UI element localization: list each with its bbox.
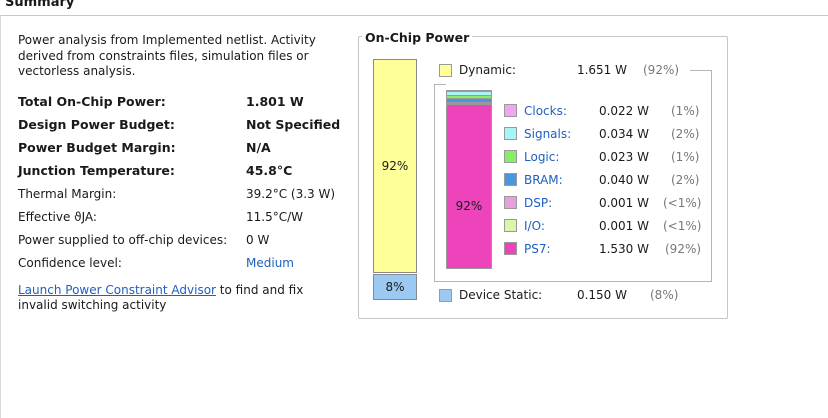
summary-label: Junction Temperature: (18, 163, 175, 178)
summary-label: Thermal Margin: (18, 187, 117, 201)
static-power-bar: 8% (373, 274, 417, 300)
clocks-link[interactable]: Clocks: (524, 104, 567, 118)
bram-link[interactable]: BRAM: (524, 173, 563, 187)
on-chip-power-title: On-Chip Power (362, 30, 473, 46)
ps7-link[interactable]: PS7: (524, 242, 551, 256)
summary-header: Summary (0, 0, 828, 16)
clocks-legend-swatch (504, 104, 517, 117)
signals-power: 0.034 W (598, 127, 649, 141)
logic-legend-swatch (504, 150, 517, 163)
analysis-description: Power analysis from Implemented netlist.… (18, 33, 316, 78)
io-percent: (<1%) (663, 219, 702, 233)
signals-link[interactable]: Signals: (524, 127, 571, 141)
summary-value: 0 W (246, 233, 270, 247)
ps7-legend-swatch (504, 242, 517, 255)
dsp-power: 0.001 W (598, 196, 649, 210)
summary-label: Design Power Budget: (18, 117, 175, 132)
summary-label: Confidence level: (18, 256, 122, 270)
static-bar-label: 8% (385, 280, 405, 294)
ps7-bar-label: 92% (455, 199, 483, 213)
static-power-value: 0.150 W (576, 288, 627, 302)
summary-value: 39.2°C (3.3 W) (246, 187, 336, 201)
static-label: Device Static: (459, 288, 543, 302)
summary-label: Power supplied to off-chip devices: (18, 233, 228, 247)
bracket-top (690, 70, 711, 71)
static-legend-swatch (439, 289, 452, 302)
power-constraint-advisor-link[interactable]: Launch Power Constraint Advisor (18, 283, 216, 297)
bracket-left (434, 84, 435, 282)
bram-power: 0.040 W (598, 173, 649, 187)
bracket-bottom (434, 281, 712, 282)
summary-value: N/A (246, 140, 271, 155)
left-border (0, 15, 1, 418)
advisor-text: Launch Power Constraint Advisor to find … (18, 283, 338, 313)
stack-segment-ps7: 92% (446, 105, 492, 269)
summary-value: 11.5°C/W (246, 210, 304, 224)
dynamic-power-bar: 92% (373, 59, 417, 273)
dynamic-power-percent: (92%) (643, 63, 680, 77)
dynamic-legend-swatch (439, 64, 452, 77)
dsp-legend-swatch (504, 196, 517, 209)
summary-label: Total On-Chip Power: (18, 94, 166, 109)
logic-link[interactable]: Logic: (524, 150, 559, 164)
io-link[interactable]: I/O: (524, 219, 545, 233)
page-title: Summary (5, 0, 75, 10)
summary-value: Not Specified (246, 117, 341, 132)
dsp-link[interactable]: DSP: (524, 196, 552, 210)
dynamic-bar-label: 92% (381, 159, 409, 173)
ps7-power: 1.530 W (598, 242, 649, 256)
logic-power: 0.023 W (598, 150, 649, 164)
clocks-power: 0.022 W (598, 104, 649, 118)
clocks-percent: (1%) (671, 104, 700, 118)
bram-percent: (2%) (671, 173, 700, 187)
io-power: 0.001 W (598, 219, 649, 233)
static-power-percent: (8%) (650, 288, 679, 302)
summary-value: 1.801 W (246, 94, 304, 109)
confidence-level-link[interactable]: Medium (246, 254, 294, 272)
signals-legend-swatch (504, 127, 517, 140)
dsp-percent: (<1%) (663, 196, 702, 210)
signals-percent: (2%) (671, 127, 700, 141)
dynamic-power-value: 1.651 W (576, 63, 627, 77)
bracket-right (711, 70, 712, 281)
bram-legend-swatch (504, 173, 517, 186)
bracket-left-top (434, 84, 446, 85)
io-legend-swatch (504, 219, 517, 232)
summary-label: Effective ϑJA: (18, 210, 97, 224)
ps7-percent: (92%) (665, 242, 702, 256)
dynamic-label: Dynamic: (459, 63, 516, 77)
summary-label: Power Budget Margin: (18, 140, 176, 155)
summary-value: 45.8°C (246, 163, 293, 178)
logic-percent: (1%) (671, 150, 700, 164)
